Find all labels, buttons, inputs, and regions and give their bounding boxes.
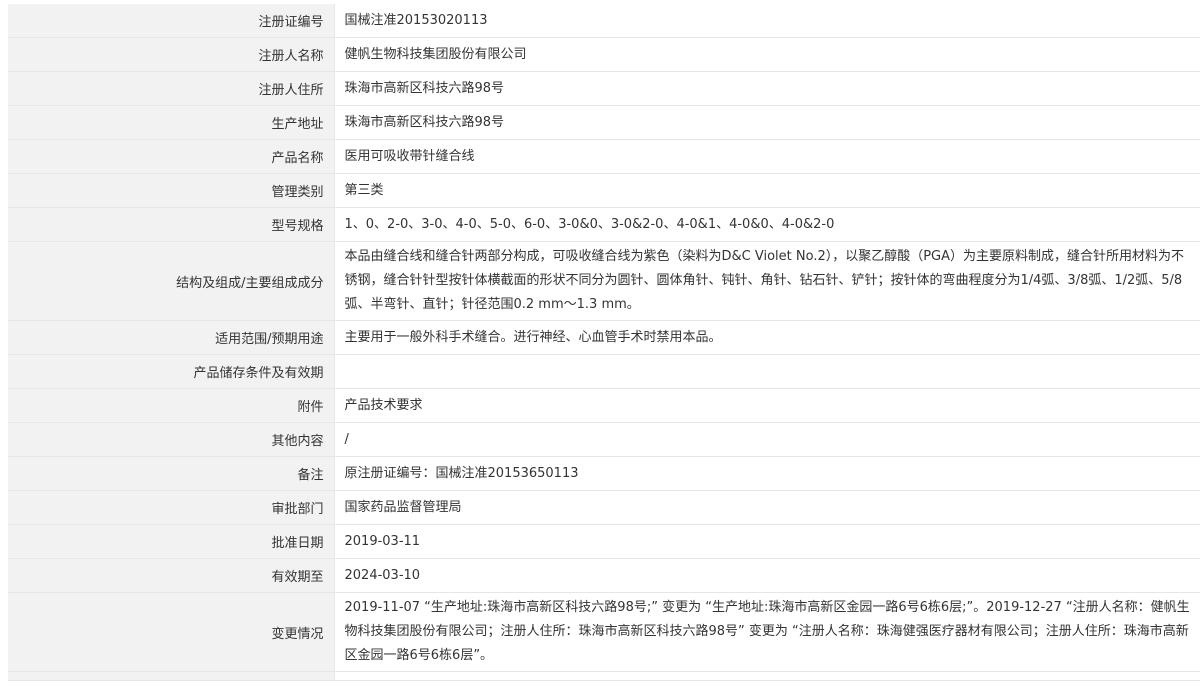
row-label: 适用范围/预期用途	[8, 320, 335, 355]
row-product-name: 产品名称 医用可吸收带针缝合线	[8, 139, 1200, 174]
table-row-partial	[8, 671, 1200, 681]
row-label: 型号规格	[8, 207, 335, 242]
row-value: 国家药品监督管理局	[334, 490, 1200, 525]
row-storage-validity: 产品储存条件及有效期	[8, 354, 1200, 389]
row-value: 2019-03-11	[334, 524, 1200, 559]
row-label: 生产地址	[8, 105, 335, 140]
row-value: 1、0、2-0、3-0、4-0、5-0、6-0、3-0&0、3-0&2-0、4-…	[334, 207, 1200, 242]
row-structure-composition: 结构及组成/主要组成成分 本品由缝合线和缝合针两部分构成，可吸收缝合线为紫色（染…	[8, 241, 1200, 321]
row-value: 健帆生物科技集团股份有限公司	[334, 37, 1200, 72]
row-value: /	[334, 422, 1200, 457]
row-value	[334, 354, 1200, 389]
row-label: 其他内容	[8, 422, 335, 457]
row-value: 医用可吸收带针缝合线	[334, 139, 1200, 174]
row-label: 注册人住所	[8, 71, 335, 106]
row-label: 产品名称	[8, 139, 335, 174]
row-management-category: 管理类别 第三类	[8, 173, 1200, 208]
row-value	[334, 671, 1200, 681]
row-registrant-address: 注册人住所 珠海市高新区科技六路98号	[8, 71, 1200, 106]
row-approval-date: 批准日期 2019-03-11	[8, 524, 1200, 559]
row-label: 管理类别	[8, 173, 335, 208]
row-label: 附件	[8, 388, 335, 423]
row-label: 备注	[8, 456, 335, 491]
row-value: 主要用于一般外科手术缝合。进行神经、心血管手术时禁用本品。	[334, 320, 1200, 355]
row-remarks: 备注 原注册证编号：国械注准20153650113	[8, 456, 1200, 491]
registration-detail-table: 注册证编号 国械注准20153020113 注册人名称 健帆生物科技集团股份有限…	[8, 4, 1200, 681]
row-label: 有效期至	[8, 558, 335, 593]
row-value: 第三类	[334, 173, 1200, 208]
row-attachment: 附件 产品技术要求	[8, 388, 1200, 423]
row-label	[8, 671, 335, 681]
row-value: 珠海市高新区科技六路98号	[334, 71, 1200, 106]
row-registrant-name: 注册人名称 健帆生物科技集团股份有限公司	[8, 37, 1200, 72]
row-value: 原注册证编号：国械注准20153650113	[334, 456, 1200, 491]
row-change-history: 变更情况 2019-11-07 “生产地址:珠海市高新区科技六路98号;” 变更…	[8, 592, 1200, 672]
row-label: 审批部门	[8, 490, 335, 525]
row-value: 珠海市高新区科技六路98号	[334, 105, 1200, 140]
row-value: 2019-11-07 “生产地址:珠海市高新区科技六路98号;” 变更为 “生产…	[334, 592, 1200, 672]
row-valid-until: 有效期至 2024-03-10	[8, 558, 1200, 593]
row-intended-use: 适用范围/预期用途 主要用于一般外科手术缝合。进行神经、心血管手术时禁用本品。	[8, 320, 1200, 355]
row-other-content: 其他内容 /	[8, 422, 1200, 457]
row-value: 国械注准20153020113	[334, 4, 1200, 38]
row-label: 产品储存条件及有效期	[8, 354, 335, 389]
row-value: 产品技术要求	[334, 388, 1200, 423]
row-model-spec: 型号规格 1、0、2-0、3-0、4-0、5-0、6-0、3-0&0、3-0&2…	[8, 207, 1200, 242]
row-label: 注册人名称	[8, 37, 335, 72]
row-value: 2024-03-10	[334, 558, 1200, 593]
row-registration-number: 注册证编号 国械注准20153020113	[8, 4, 1200, 38]
row-approval-department: 审批部门 国家药品监督管理局	[8, 490, 1200, 525]
row-label: 变更情况	[8, 592, 335, 672]
row-label: 注册证编号	[8, 4, 335, 38]
row-label: 结构及组成/主要组成成分	[8, 241, 335, 321]
row-label: 批准日期	[8, 524, 335, 559]
row-production-address: 生产地址 珠海市高新区科技六路98号	[8, 105, 1200, 140]
row-value: 本品由缝合线和缝合针两部分构成，可吸收缝合线为紫色（染料为D&C Violet …	[334, 241, 1200, 321]
